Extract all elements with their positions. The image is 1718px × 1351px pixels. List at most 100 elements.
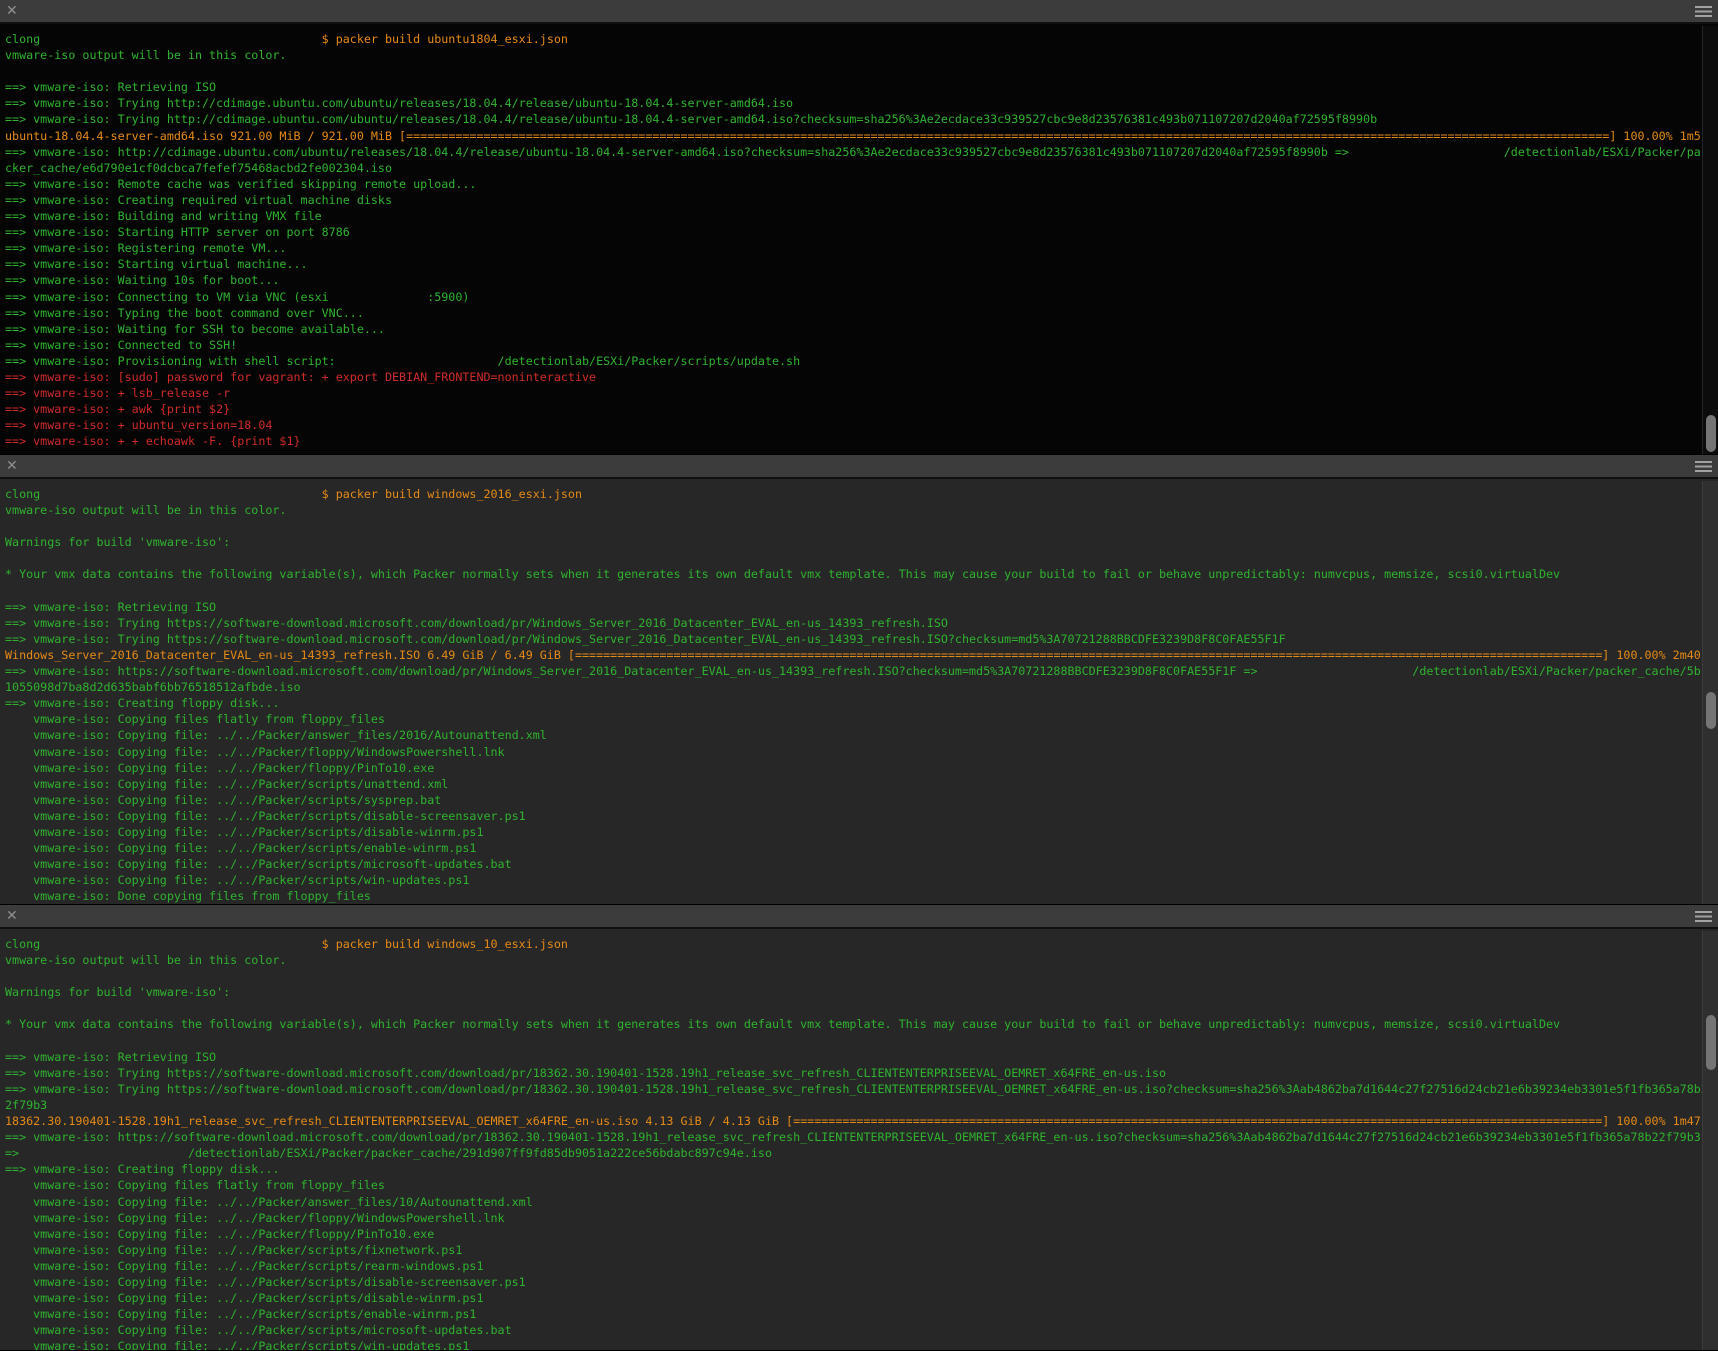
terminal-line: clong $ packer build ubuntu1804_esxi.jso…	[5, 31, 1702, 47]
close-icon[interactable]: ✕	[6, 459, 24, 473]
terminal-line	[5, 63, 1702, 79]
terminal-line	[5, 550, 1702, 566]
terminal-line: vmware-iso: Copying file: ../../Packer/s…	[5, 1274, 1702, 1290]
terminal-line: ==> vmware-iso: Waiting for SSH to becom…	[5, 321, 1702, 337]
terminal-output[interactable]: clong $ packer build windows_2016_esxi.j…	[0, 481, 1702, 904]
terminal-line: vmware-iso: Copying files flatly from fl…	[5, 1177, 1702, 1193]
terminal-line: cker_cache/e6d790e1cf0dcbca7fefef75468ac…	[5, 160, 1702, 176]
terminal-line: => /detectionlab/ESXi/Packer/packer_cach…	[5, 1145, 1702, 1161]
scrollbar-track[interactable]	[1702, 481, 1718, 904]
terminal-line: ==> vmware-iso: Registering remote VM...	[5, 240, 1702, 256]
terminal-line: vmware-iso: Copying file: ../../Packer/s…	[5, 1338, 1702, 1350]
terminal-line: vmware-iso: Copying file: ../../Packer/f…	[5, 1210, 1702, 1226]
terminal-line: ==> vmware-iso: Provisioning with shell …	[5, 353, 1702, 369]
terminal-line: vmware-iso: Copying file: ../../Packer/s…	[5, 856, 1702, 872]
terminal-line: vmware-iso: Copying file: ../../Packer/a…	[5, 1194, 1702, 1210]
terminal-line: clong $ packer build windows_10_esxi.jso…	[5, 936, 1702, 952]
terminal-line: ==> vmware-iso: Trying http://cdimage.ub…	[5, 95, 1702, 111]
terminal-line: vmware-iso output will be in this color.	[5, 952, 1702, 968]
terminal-line: ==> vmware-iso: Creating floppy disk...	[5, 695, 1702, 711]
terminal-line: vmware-iso: Copying file: ../../Packer/a…	[5, 727, 1702, 743]
close-icon[interactable]: ✕	[6, 4, 24, 18]
terminal-line: ==> vmware-iso: Trying https://software-…	[5, 631, 1702, 647]
terminal-line: ==> vmware-iso: Typing the boot command …	[5, 305, 1702, 321]
terminal-line: vmware-iso: Copying file: ../../Packer/s…	[5, 1322, 1702, 1338]
terminal-line: Warnings for build 'vmware-iso':	[5, 534, 1702, 550]
terminal-line: Warnings for build 'vmware-iso':	[5, 984, 1702, 1000]
scrollbar-track[interactable]	[1702, 26, 1718, 454]
terminal-line	[5, 968, 1702, 984]
terminal-line: ==> vmware-iso: Building and writing VMX…	[5, 208, 1702, 224]
terminal-line: vmware-iso: Copying file: ../../Packer/f…	[5, 744, 1702, 760]
pane-titlebar[interactable]: ✕	[0, 0, 1718, 24]
terminal-output[interactable]: clong $ packer build ubuntu1804_esxi.jso…	[0, 26, 1702, 454]
terminal-line: ==> vmware-iso: https://software-downloa…	[5, 1129, 1702, 1145]
pane-titlebar[interactable]: ✕	[0, 905, 1718, 929]
terminal-line	[5, 518, 1702, 534]
terminal-line: ==> vmware-iso: Trying https://software-…	[5, 1081, 1702, 1097]
terminal-line: vmware-iso: Copying file: ../../Packer/f…	[5, 1226, 1702, 1242]
terminal-line: ==> vmware-iso: Connected to SSH!	[5, 337, 1702, 353]
terminal-line: ==> vmware-iso: http://cdimage.ubuntu.co…	[5, 144, 1702, 160]
hamburger-menu-icon[interactable]	[1695, 6, 1712, 17]
terminal-line	[5, 1033, 1702, 1049]
terminal-output[interactable]: clong $ packer build windows_10_esxi.jso…	[0, 931, 1702, 1350]
terminal-line: ==> vmware-iso: Remote cache was verifie…	[5, 176, 1702, 192]
scrollbar-track[interactable]	[1702, 931, 1718, 1350]
terminal-line: ==> vmware-iso: + + echoawk -F. {print $…	[5, 433, 1702, 449]
terminal-line: vmware-iso: Copying files flatly from fl…	[5, 711, 1702, 727]
terminal-line: ==> vmware-iso: Retrieving ISO	[5, 599, 1702, 615]
terminal-line: ==> vmware-iso: [sudo] password for vagr…	[5, 369, 1702, 385]
scrollbar-thumb[interactable]	[1706, 415, 1716, 452]
terminal-line: clong $ packer build windows_2016_esxi.j…	[5, 486, 1702, 502]
terminal-line: ==> vmware-iso: Trying https://software-…	[5, 615, 1702, 631]
terminal-line: vmware-iso: Copying file: ../../Packer/f…	[5, 760, 1702, 776]
terminal-line: ==> vmware-iso: Trying http://cdimage.ub…	[5, 111, 1702, 127]
terminal-line: ==> vmware-iso: Creating floppy disk...	[5, 1161, 1702, 1177]
terminal-line: vmware-iso output will be in this color.	[5, 47, 1702, 63]
terminal-line: vmware-iso: Copying file: ../../Packer/s…	[5, 1258, 1702, 1274]
terminal-line: vmware-iso: Copying file: ../../Packer/s…	[5, 824, 1702, 840]
terminal-line: 1055098d7ba8d2d635babf6bb76518512afbde.i…	[5, 679, 1702, 695]
terminal-line: vmware-iso: Copying file: ../../Packer/s…	[5, 1242, 1702, 1258]
pane-titlebar[interactable]: ✕	[0, 455, 1718, 479]
terminal-line: vmware-iso output will be in this color.	[5, 502, 1702, 518]
terminal-line: * Your vmx data contains the following v…	[5, 566, 1702, 582]
terminal-line: vmware-iso: Copying file: ../../Packer/s…	[5, 840, 1702, 856]
terminal-line: ==> vmware-iso: Trying https://software-…	[5, 1065, 1702, 1081]
terminal-line: vmware-iso: Copying file: ../../Packer/s…	[5, 1306, 1702, 1322]
terminal-line: vmware-iso: Done copying files from flop…	[5, 888, 1702, 904]
terminal-line: ==> vmware-iso: Waiting 10s for boot...	[5, 272, 1702, 288]
terminal-line: ==> vmware-iso: Retrieving ISO	[5, 79, 1702, 95]
hamburger-menu-icon[interactable]	[1695, 911, 1712, 922]
terminal-line: ubuntu-18.04.4-server-amd64.iso 921.00 M…	[5, 128, 1702, 144]
terminal-line: 2f79b3	[5, 1097, 1702, 1113]
terminal-line	[5, 1000, 1702, 1016]
hamburger-menu-icon[interactable]	[1695, 461, 1712, 472]
terminal-line: ==> vmware-iso: Starting virtual machine…	[5, 256, 1702, 272]
close-icon[interactable]: ✕	[6, 909, 24, 923]
terminal-line: vmware-iso: Copying file: ../../Packer/s…	[5, 776, 1702, 792]
terminal-line: ==> vmware-iso: + ubuntu_version=18.04	[5, 417, 1702, 433]
terminal-line	[5, 583, 1702, 599]
terminal-line: vmware-iso: Copying file: ../../Packer/s…	[5, 1290, 1702, 1306]
terminal-line: ==> vmware-iso: Retrieving ISO	[5, 1049, 1702, 1065]
terminal-pane-ubuntu1804: ✕ clong $ packer build ubuntu1804_esxi.j…	[0, 0, 1718, 455]
terminal-line: ==> vmware-iso: https://software-downloa…	[5, 663, 1702, 679]
terminal-pane-windows2016: ✕ clong $ packer build windows_2016_esxi…	[0, 455, 1718, 905]
terminal-line: vmware-iso: Copying file: ../../Packer/s…	[5, 872, 1702, 888]
terminal-pane-windows10: ✕ clong $ packer build windows_10_esxi.j…	[0, 905, 1718, 1351]
terminal-line: ==> vmware-iso: Connecting to VM via VNC…	[5, 289, 1702, 305]
terminal-line: * Your vmx data contains the following v…	[5, 1016, 1702, 1032]
terminal-line: Windows_Server_2016_Datacenter_EVAL_en-u…	[5, 647, 1702, 663]
scrollbar-thumb[interactable]	[1706, 692, 1716, 729]
scrollbar-thumb[interactable]	[1706, 1015, 1716, 1070]
terminal-line: ==> vmware-iso: Creating required virtua…	[5, 192, 1702, 208]
terminal-line: 18362.30.190401-1528.19h1_release_svc_re…	[5, 1113, 1702, 1129]
terminal-window: ✕ clong $ packer build ubuntu1804_esxi.j…	[0, 0, 1718, 1351]
terminal-line: vmware-iso: Copying file: ../../Packer/s…	[5, 808, 1702, 824]
terminal-line: ==> vmware-iso: + lsb_release -r	[5, 385, 1702, 401]
terminal-line: vmware-iso: Copying file: ../../Packer/s…	[5, 792, 1702, 808]
terminal-line: ==> vmware-iso: Starting HTTP server on …	[5, 224, 1702, 240]
terminal-line: ==> vmware-iso: + awk {print $2}	[5, 401, 1702, 417]
